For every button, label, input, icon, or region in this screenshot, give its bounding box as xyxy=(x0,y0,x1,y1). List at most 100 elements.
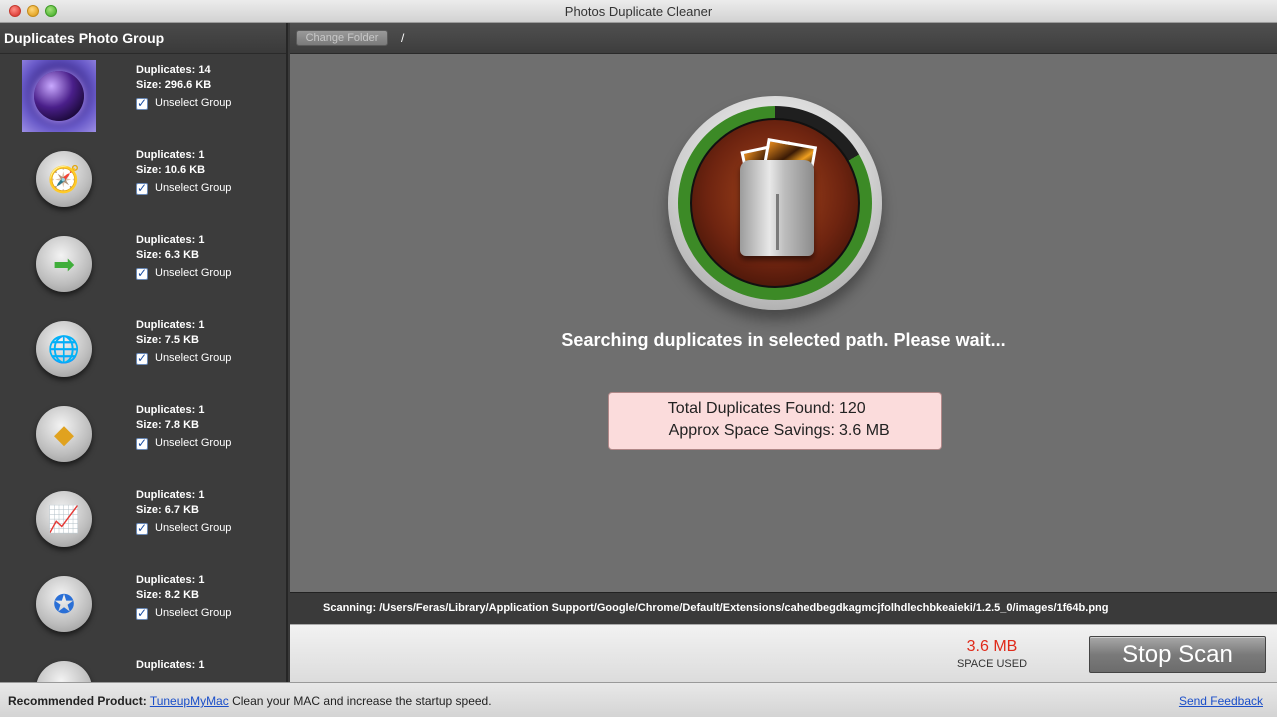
app-logo xyxy=(668,96,882,310)
window-title: Photos Duplicate Cleaner xyxy=(564,4,713,19)
space-savings-label: Approx Space Savings: xyxy=(668,422,835,439)
group-duplicates: Duplicates: 1 xyxy=(136,319,205,331)
unselect-group-checkbox[interactable]: Unselect Group xyxy=(136,606,231,621)
checkbox-icon[interactable] xyxy=(136,606,148,621)
group-size: Size: 296.6 KB xyxy=(136,79,212,91)
checkbox-label: Unselect Group xyxy=(155,607,232,619)
checkbox-label: Unselect Group xyxy=(155,522,232,534)
group-thumbnail[interactable]: 🧭 xyxy=(36,151,92,207)
group-duplicates: Duplicates: 1 xyxy=(136,574,205,586)
search-status-message: Searching duplicates in selected path. P… xyxy=(561,330,1006,350)
checkbox-label: Unselect Group xyxy=(155,182,232,194)
bottom-panel: 3.6 MB SPACE USED Stop Scan xyxy=(290,624,1277,682)
checkbox-icon[interactable] xyxy=(136,436,148,451)
current-path: / xyxy=(401,31,405,45)
checkbox-label: Unselect Group xyxy=(155,352,232,364)
scanning-path: Scanning: /Users/Feras/Library/Applicati… xyxy=(323,602,1109,614)
unselect-group-checkbox[interactable]: Unselect Group xyxy=(136,436,231,451)
toolbar: Change Folder / xyxy=(290,23,1277,54)
group-item[interactable]: 🌐 Duplicates: 1 Size: 7.5 KB Unselect Gr… xyxy=(0,309,286,394)
group-item[interactable]: ◆ Duplicates: 1 Size: 7.8 KB Unselect Gr… xyxy=(0,394,286,479)
group-info: Duplicates: 1 Size: 7.8 KB Unselect Grou… xyxy=(136,403,231,451)
stop-scan-button[interactable]: Stop Scan xyxy=(1089,636,1266,673)
group-duplicates: Duplicates: 1 xyxy=(136,489,205,501)
group-duplicates: Duplicates: 1 xyxy=(136,149,205,161)
change-folder-button[interactable]: Change Folder xyxy=(296,30,388,46)
group-duplicates: Duplicates: 14 xyxy=(136,64,211,76)
safari-compass-icon: 🧭 xyxy=(47,164,81,194)
group-thumbnail[interactable]: 📈 xyxy=(36,491,92,547)
unselect-group-checkbox[interactable]: Unselect Group xyxy=(136,266,231,281)
checkbox-icon[interactable] xyxy=(136,521,148,536)
recommended-label: Recommended Product: xyxy=(8,694,147,708)
group-size: Size: 6.7 KB xyxy=(136,504,199,516)
globe-icon: 🌐 xyxy=(47,334,81,364)
group-item[interactable]: ➡ Duplicates: 1 Size: 6.3 KB Unselect Gr… xyxy=(0,224,286,309)
group-thumbnail[interactable]: ◆ xyxy=(36,406,92,462)
product-description: Clean your MAC and increase the startup … xyxy=(228,694,492,708)
group-duplicates: Duplicates: 1 xyxy=(136,404,205,416)
unselect-group-checkbox[interactable]: Unselect Group xyxy=(136,351,231,366)
finder-face-line xyxy=(776,194,779,250)
group-list[interactable]: Duplicates: 14 Size: 296.6 KB Unselect G… xyxy=(0,54,286,682)
chart-monitor-icon: 📈 xyxy=(47,504,81,534)
group-info: Duplicates: 1 Size: 10.6 KB Unselect Gro… xyxy=(136,148,231,196)
checkbox-label: Unselect Group xyxy=(155,267,232,279)
group-thumbnail[interactable]: ▲ xyxy=(36,661,92,682)
finder-icon xyxy=(740,160,814,256)
group-duplicates: Duplicates: 1 xyxy=(136,659,205,671)
recommended-product: Recommended Product: TuneupMyMac Clean y… xyxy=(8,694,492,708)
group-item[interactable]: 📈 Duplicates: 1 Size: 6.7 KB Unselect Gr… xyxy=(0,479,286,564)
checkbox-icon[interactable] xyxy=(136,351,148,366)
group-thumbnail[interactable]: 🌐 xyxy=(36,321,92,377)
unselect-group-checkbox[interactable]: Unselect Group xyxy=(136,96,231,111)
space-used-value: 3.6 MB xyxy=(966,638,1018,655)
group-item[interactable]: ▲ Duplicates: 1 xyxy=(0,649,286,682)
purple-orb-thumbnail[interactable] xyxy=(22,60,96,132)
total-duplicates-value: 120 xyxy=(839,400,866,417)
footer-bar: Recommended Product: TuneupMyMac Clean y… xyxy=(0,682,1277,717)
group-info: Duplicates: 14 Size: 296.6 KB Unselect G… xyxy=(136,63,231,111)
group-item[interactable]: Duplicates: 14 Size: 296.6 KB Unselect G… xyxy=(0,54,286,139)
title-bar: Photos Duplicate Cleaner xyxy=(0,0,1277,23)
duplicates-sidebar: Duplicates Photo Group Duplicates: 14 Si… xyxy=(0,23,288,682)
orb-icon xyxy=(34,71,84,121)
group-thumbnail[interactable]: ✪ xyxy=(36,576,92,632)
green-arrow-icon: ➡ xyxy=(53,249,75,279)
group-size: Size: 8.2 KB xyxy=(136,589,199,601)
space-savings-row: Approx Space Savings: 3.6 MB xyxy=(609,420,941,442)
checkbox-icon[interactable] xyxy=(136,266,148,281)
group-size: Size: 10.6 KB xyxy=(136,164,206,176)
group-size: Size: 6.3 KB xyxy=(136,249,199,261)
shapes-icon: ◆ xyxy=(54,419,74,449)
group-info: Duplicates: 1 Size: 8.2 KB Unselect Grou… xyxy=(136,573,231,621)
group-info: Duplicates: 1 Size: 7.5 KB Unselect Grou… xyxy=(136,318,231,366)
group-info: Duplicates: 1 xyxy=(136,658,204,673)
group-duplicates: Duplicates: 1 xyxy=(136,234,205,246)
send-feedback-link[interactable]: Send Feedback xyxy=(1179,694,1263,708)
group-thumbnail[interactable]: ➡ xyxy=(36,236,92,292)
group-size: Size: 7.5 KB xyxy=(136,334,199,346)
group-info: Duplicates: 1 Size: 6.7 KB Unselect Grou… xyxy=(136,488,231,536)
unselect-group-checkbox[interactable]: Unselect Group xyxy=(136,181,231,196)
checkbox-icon[interactable] xyxy=(136,96,148,111)
group-item[interactable]: 🧭 Duplicates: 1 Size: 10.6 KB Unselect G… xyxy=(0,139,286,224)
space-used-label: SPACE USED xyxy=(956,658,1028,670)
sidebar-header: Duplicates Photo Group xyxy=(0,23,286,54)
scan-status-bar: Scanning: /Users/Feras/Library/Applicati… xyxy=(290,592,1277,624)
checkbox-label: Unselect Group xyxy=(155,437,232,449)
total-duplicates-row: Total Duplicates Found: 120 xyxy=(609,398,941,420)
group-item[interactable]: ✪ Duplicates: 1 Size: 8.2 KB Unselect Gr… xyxy=(0,564,286,649)
unselect-group-checkbox[interactable]: Unselect Group xyxy=(136,521,231,536)
stats-box: Total Duplicates Found: 120 Approx Space… xyxy=(608,392,942,450)
checkbox-icon[interactable] xyxy=(136,181,148,196)
space-savings-value: 3.6 MB xyxy=(839,422,890,439)
tuneupmymac-link[interactable]: TuneupMyMac xyxy=(150,694,229,708)
star-badge-icon: ✪ xyxy=(53,589,75,619)
group-size: Size: 7.8 KB xyxy=(136,419,199,431)
checkbox-label: Unselect Group xyxy=(155,97,232,109)
group-info: Duplicates: 1 Size: 6.3 KB Unselect Grou… xyxy=(136,233,231,281)
main-panel: Searching duplicates in selected path. P… xyxy=(290,54,1277,592)
total-duplicates-label: Total Duplicates Found: xyxy=(667,400,835,417)
logo-core xyxy=(690,118,860,288)
